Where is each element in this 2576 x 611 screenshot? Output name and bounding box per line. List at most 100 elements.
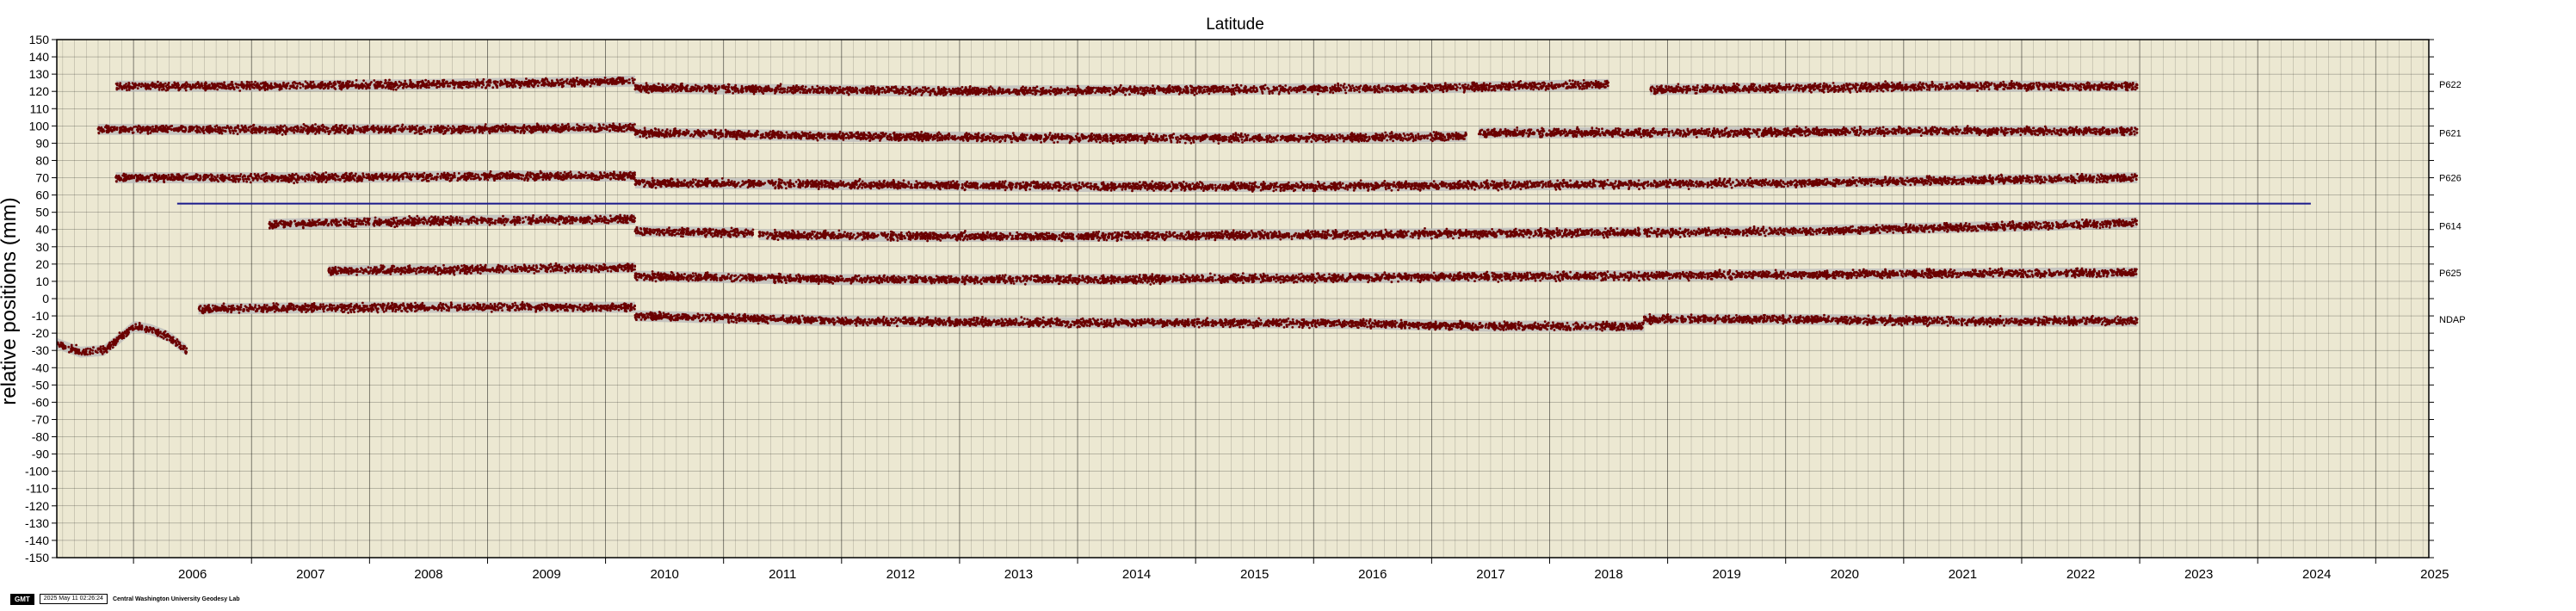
data-point-p622 [708, 89, 711, 91]
data-point-p622 [690, 86, 693, 89]
data-point-p622 [1002, 90, 1004, 93]
data-point-p622 [1375, 88, 1378, 90]
data-point-p622 [1212, 89, 1214, 91]
data-point-p622 [781, 87, 783, 89]
data-point-p622 [566, 82, 569, 84]
data-point-p622 [1539, 86, 1541, 89]
data-point-p622 [751, 86, 753, 89]
data-point-p622 [1522, 87, 1524, 89]
data-point-p622 [710, 85, 713, 88]
data-point-p622 [909, 94, 911, 96]
data-point-p622 [849, 86, 851, 89]
data-point-p622 [357, 83, 360, 86]
data-point-p622 [1338, 88, 1341, 90]
data-point-p622 [658, 86, 661, 89]
data-point-p622 [1311, 91, 1313, 94]
data-point-p622 [980, 90, 983, 93]
data-point-p622 [1193, 89, 1195, 91]
data-point-p622 [572, 83, 575, 86]
data-point-p622 [241, 81, 244, 83]
data-point-p622 [513, 83, 516, 86]
data-point-p622 [1733, 83, 1735, 85]
data-point-p622 [1823, 83, 1825, 85]
data-point-p622 [783, 91, 786, 94]
data-point-p622 [2060, 82, 2062, 84]
data-point-p622 [222, 87, 225, 89]
data-point-p622 [1066, 89, 1069, 91]
data-point-p622 [989, 90, 991, 93]
data-point-p622 [1226, 86, 1228, 89]
data-point-p622 [1950, 83, 1953, 86]
data-point-p622 [481, 86, 484, 89]
data-point-p622 [725, 88, 727, 90]
data-point-p622 [696, 89, 699, 91]
data-point-p622 [1203, 89, 1206, 91]
data-point-p622 [639, 86, 642, 89]
data-point-p622 [390, 83, 392, 85]
data-point-p622 [1222, 85, 1225, 88]
data-point-p622 [2083, 83, 2085, 86]
data-point-p622 [1031, 93, 1034, 96]
data-point-p622 [1507, 88, 1510, 90]
data-point-p622 [664, 86, 667, 89]
data-point-p622 [1604, 80, 1607, 83]
data-point-p622 [396, 83, 398, 86]
data-point-p622 [728, 90, 731, 93]
data-point-p622 [1449, 85, 1452, 88]
data-point-p622 [825, 89, 828, 92]
data-point-p622 [1124, 94, 1127, 96]
data-point-p622 [192, 83, 195, 86]
data-point-p622 [1472, 86, 1474, 89]
data-point-p622 [1369, 85, 1372, 88]
data-point-p622 [984, 89, 986, 91]
data-point-p622 [651, 89, 653, 91]
data-point-p622 [948, 88, 951, 90]
data-point-p622 [174, 87, 176, 89]
data-point-p622 [332, 82, 335, 84]
data-point-p622 [691, 89, 694, 91]
data-point-p622 [330, 86, 333, 89]
data-point-p622 [687, 84, 689, 87]
data-point-p622 [666, 84, 669, 87]
data-point-p622 [1603, 86, 1606, 89]
data-point-p622 [972, 87, 974, 89]
data-point-p622 [1823, 91, 1825, 94]
data-point-p622 [1319, 86, 1322, 89]
data-point-p622 [1865, 82, 1868, 84]
data-point-p622 [1109, 94, 1111, 96]
data-point-p622 [1057, 92, 1059, 95]
data-point-p622 [1560, 85, 1562, 88]
data-point-p622 [2002, 81, 2005, 83]
data-point-p622 [956, 90, 959, 93]
data-point-p622 [166, 83, 169, 86]
data-point-p622 [1165, 89, 1168, 91]
data-point-p622 [1547, 88, 1550, 90]
data-point-p622 [135, 83, 138, 86]
data-point-p622 [392, 89, 395, 91]
data-point-p622 [2039, 84, 2042, 87]
data-point-p622 [942, 88, 945, 90]
data-point-p622 [209, 87, 212, 89]
data-point-p622 [218, 86, 220, 89]
data-point-p622 [1748, 85, 1751, 88]
data-point-p622 [2134, 89, 2137, 91]
data-point-p622 [361, 85, 364, 88]
data-point-p622 [393, 85, 396, 88]
data-point-p622 [1968, 88, 1970, 90]
data-point-p622 [380, 81, 382, 83]
data-point-p622 [236, 83, 238, 86]
data-point-p622 [296, 85, 299, 88]
data-point-p622 [381, 87, 384, 89]
data-point-p622 [1284, 84, 1287, 87]
data-point-p622 [190, 86, 193, 89]
data-point-p622 [256, 83, 259, 85]
data-point-p622 [1331, 91, 1334, 94]
data-point-p622 [1198, 88, 1201, 90]
data-point-p622 [2111, 87, 2114, 89]
data-point-p622 [727, 83, 730, 86]
data-point-p622 [961, 86, 964, 89]
data-point-p622 [443, 85, 446, 88]
data-point-p622 [1801, 84, 1803, 87]
data-point-p622 [469, 85, 472, 88]
data-point-p622 [416, 85, 418, 88]
